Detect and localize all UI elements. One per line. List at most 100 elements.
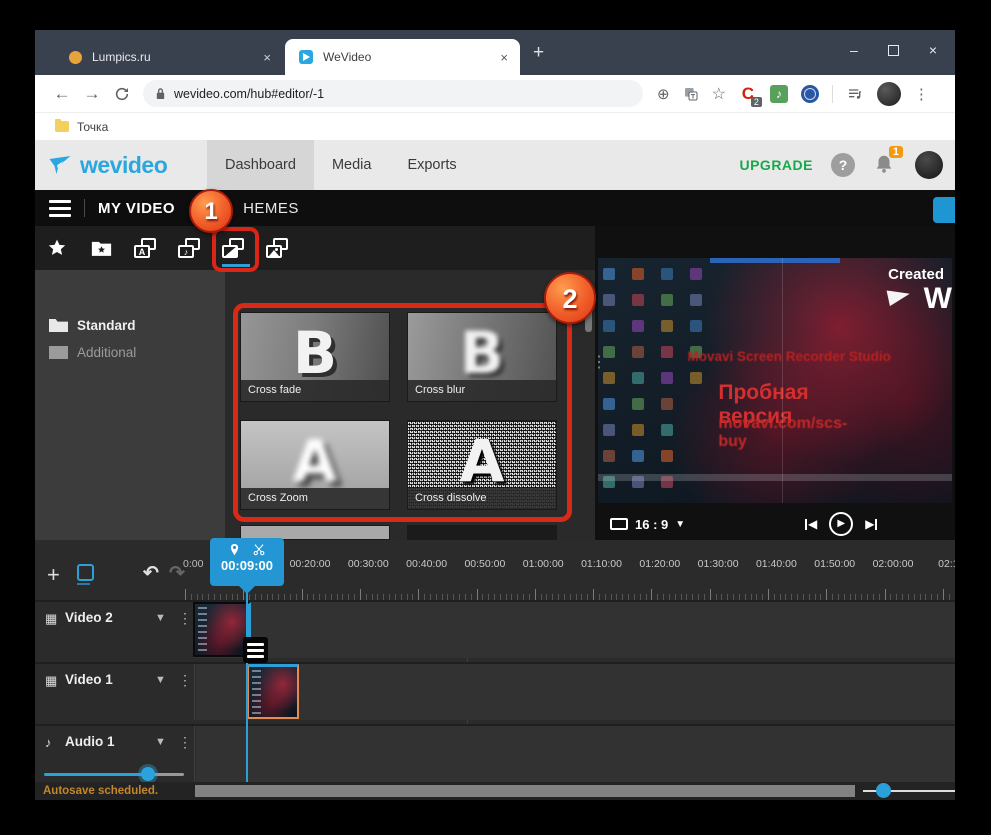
nav-dashboard[interactable]: Dashboard bbox=[207, 140, 314, 190]
tab-close-icon[interactable]: × bbox=[500, 50, 508, 65]
maximize-button[interactable] bbox=[888, 45, 899, 56]
preview-panel: Movavi Screen Recorder Studio Пробная ве… bbox=[595, 226, 955, 540]
editor-topbar: MY VIDEO HEMES bbox=[35, 190, 955, 226]
browser-avatar[interactable] bbox=[877, 82, 901, 106]
transition-drop-handle[interactable] bbox=[243, 637, 268, 663]
transition-name: Cross blur bbox=[408, 380, 556, 401]
text-templates-icon[interactable]: A bbox=[123, 238, 167, 258]
audio-library-icon[interactable]: ♪ bbox=[167, 238, 211, 258]
transition-tile-partial[interactable] bbox=[407, 525, 557, 540]
extension-music-icon[interactable]: ♪ bbox=[770, 85, 788, 103]
upgrade-button[interactable]: UPGRADE bbox=[739, 157, 813, 173]
category-additional[interactable]: Additional bbox=[35, 339, 225, 366]
volume-slider[interactable] bbox=[44, 770, 184, 778]
browser-window: Lumpics.ru × WeVideo × + – × ← → wevideo… bbox=[35, 30, 955, 800]
timeline-scrollbar[interactable] bbox=[195, 785, 855, 797]
library-tabs: A ♪ bbox=[35, 226, 595, 270]
back-button[interactable]: ← bbox=[47, 84, 77, 104]
bookmark-item[interactable]: Точка bbox=[77, 120, 108, 134]
clip-video-1-selected[interactable] bbox=[247, 664, 299, 719]
backgrounds-icon[interactable] bbox=[255, 238, 299, 258]
track-lane[interactable] bbox=[196, 664, 955, 720]
chevron-down-icon[interactable]: ▼ bbox=[155, 674, 166, 686]
undo-button[interactable]: ↶ bbox=[143, 562, 159, 585]
lock-icon bbox=[155, 87, 166, 100]
new-tab-button[interactable]: + bbox=[533, 42, 544, 64]
transition-tile-cross-zoom[interactable]: ACross Zoom bbox=[240, 420, 390, 510]
address-bar[interactable]: wevideo.com/hub#editor/-1 bbox=[143, 80, 643, 107]
zoom-page-icon[interactable]: ⊕ bbox=[657, 85, 670, 103]
play-button[interactable]: ▶ bbox=[829, 512, 853, 536]
minimize-button[interactable]: – bbox=[850, 42, 858, 58]
add-track-button[interactable]: + bbox=[47, 562, 60, 588]
transition-tile-cross-dissolve[interactable]: ACross dissolve bbox=[407, 420, 557, 510]
aspect-ratio-dropdown[interactable]: 16 : 9 ▼ bbox=[610, 517, 685, 532]
playhead-line[interactable] bbox=[246, 586, 248, 782]
transition-preview-letter: B bbox=[293, 319, 337, 387]
skip-forward-button[interactable]: ▶ bbox=[865, 517, 877, 531]
tab-close-icon[interactable]: × bbox=[263, 50, 271, 65]
chrome-menu-icon[interactable]: ⋮ bbox=[914, 85, 929, 103]
bookmark-star-icon[interactable]: ☆ bbox=[712, 84, 726, 104]
media-folder-icon[interactable] bbox=[79, 239, 123, 257]
extension-c-icon[interactable]: C 2 bbox=[739, 85, 757, 103]
track-header: ▦ Video 2 ▼ ⋮ bbox=[35, 602, 195, 658]
copy-button[interactable] bbox=[77, 564, 94, 581]
zoom-slider-handle[interactable] bbox=[876, 783, 891, 798]
skip-back-button[interactable]: ◀ bbox=[805, 517, 817, 531]
scissors-icon[interactable] bbox=[252, 543, 266, 556]
reload-button[interactable] bbox=[107, 86, 137, 102]
transition-tile-cross-fade[interactable]: BCross fade bbox=[240, 312, 390, 402]
help-icon[interactable]: ? bbox=[831, 153, 855, 177]
transition-preview-letter: B bbox=[460, 319, 504, 387]
nav-exports[interactable]: Exports bbox=[389, 140, 474, 190]
nav-media[interactable]: Media bbox=[314, 140, 390, 190]
volume-handle[interactable] bbox=[141, 767, 155, 781]
ruler-label: 0:00 bbox=[183, 558, 203, 570]
closed-folder-icon bbox=[49, 346, 68, 359]
tab-themes[interactable]: HEMES bbox=[243, 200, 299, 217]
playlist-icon[interactable] bbox=[846, 86, 864, 102]
category-standard[interactable]: Standard bbox=[35, 270, 225, 339]
panel-splitter-handle[interactable]: ⋮ bbox=[591, 352, 607, 372]
track-lane[interactable] bbox=[196, 602, 955, 658]
forward-button[interactable]: → bbox=[77, 84, 107, 104]
chevron-down-icon[interactable]: ▼ bbox=[155, 612, 166, 624]
track-header: ♪ Audio 1 ▼ ⋮ bbox=[35, 726, 195, 782]
tab-strip: Lumpics.ru × WeVideo × + – × bbox=[35, 30, 955, 75]
chevron-down-icon[interactable]: ▼ bbox=[155, 736, 166, 748]
preview-video[interactable]: Movavi Screen Recorder Studio Пробная ве… bbox=[598, 258, 952, 503]
divider bbox=[84, 199, 85, 217]
wevideo-logo[interactable]: wevideo bbox=[47, 152, 207, 179]
account-avatar[interactable] bbox=[915, 151, 943, 179]
tab-lumpics[interactable]: Lumpics.ru × bbox=[55, 39, 283, 75]
favorites-star-icon[interactable] bbox=[35, 238, 79, 258]
transitions-icon[interactable] bbox=[211, 238, 255, 258]
track-menu-icon[interactable]: ⋮ bbox=[178, 610, 192, 627]
watermark-line-3: movavi.com/scs-buy bbox=[718, 415, 874, 451]
notification-badge: 1 bbox=[889, 146, 903, 158]
track-lane[interactable] bbox=[196, 726, 955, 782]
ruler-label: 01:00:00 bbox=[523, 558, 564, 570]
watermark-line-1: Movavi Screen Recorder Studio bbox=[612, 349, 952, 364]
ruler-label: 01:50:00 bbox=[814, 558, 855, 570]
transition-tile-cross-blur[interactable]: BCross blur bbox=[407, 312, 557, 402]
video-track-icon: ▦ bbox=[45, 673, 57, 689]
track-menu-icon[interactable]: ⋮ bbox=[178, 672, 192, 689]
timeline: + ↶ ↷ 0:00 00:20:0000:30:0000:40:0000:50… bbox=[35, 540, 955, 800]
ruler-ticks[interactable] bbox=[185, 586, 955, 600]
notifications-bell[interactable]: 1 bbox=[873, 153, 897, 177]
tab-wevideo[interactable]: WeVideo × bbox=[285, 39, 520, 75]
extension-globe-icon[interactable] bbox=[801, 85, 819, 103]
finish-button[interactable] bbox=[933, 197, 955, 223]
marker-pin-icon[interactable] bbox=[228, 543, 241, 556]
ruler-label: 00:30:00 bbox=[348, 558, 389, 570]
track-name: Audio 1 bbox=[65, 734, 115, 749]
track-menu-icon[interactable]: ⋮ bbox=[178, 734, 192, 751]
close-button[interactable]: × bbox=[929, 42, 937, 58]
playhead-tooltip[interactable]: 00:09:00 bbox=[210, 538, 284, 586]
project-title[interactable]: MY VIDEO bbox=[98, 200, 175, 217]
translate-icon[interactable] bbox=[683, 86, 699, 102]
menu-hamburger-icon[interactable] bbox=[49, 200, 71, 217]
audio-track-icon: ♪ bbox=[45, 735, 52, 750]
